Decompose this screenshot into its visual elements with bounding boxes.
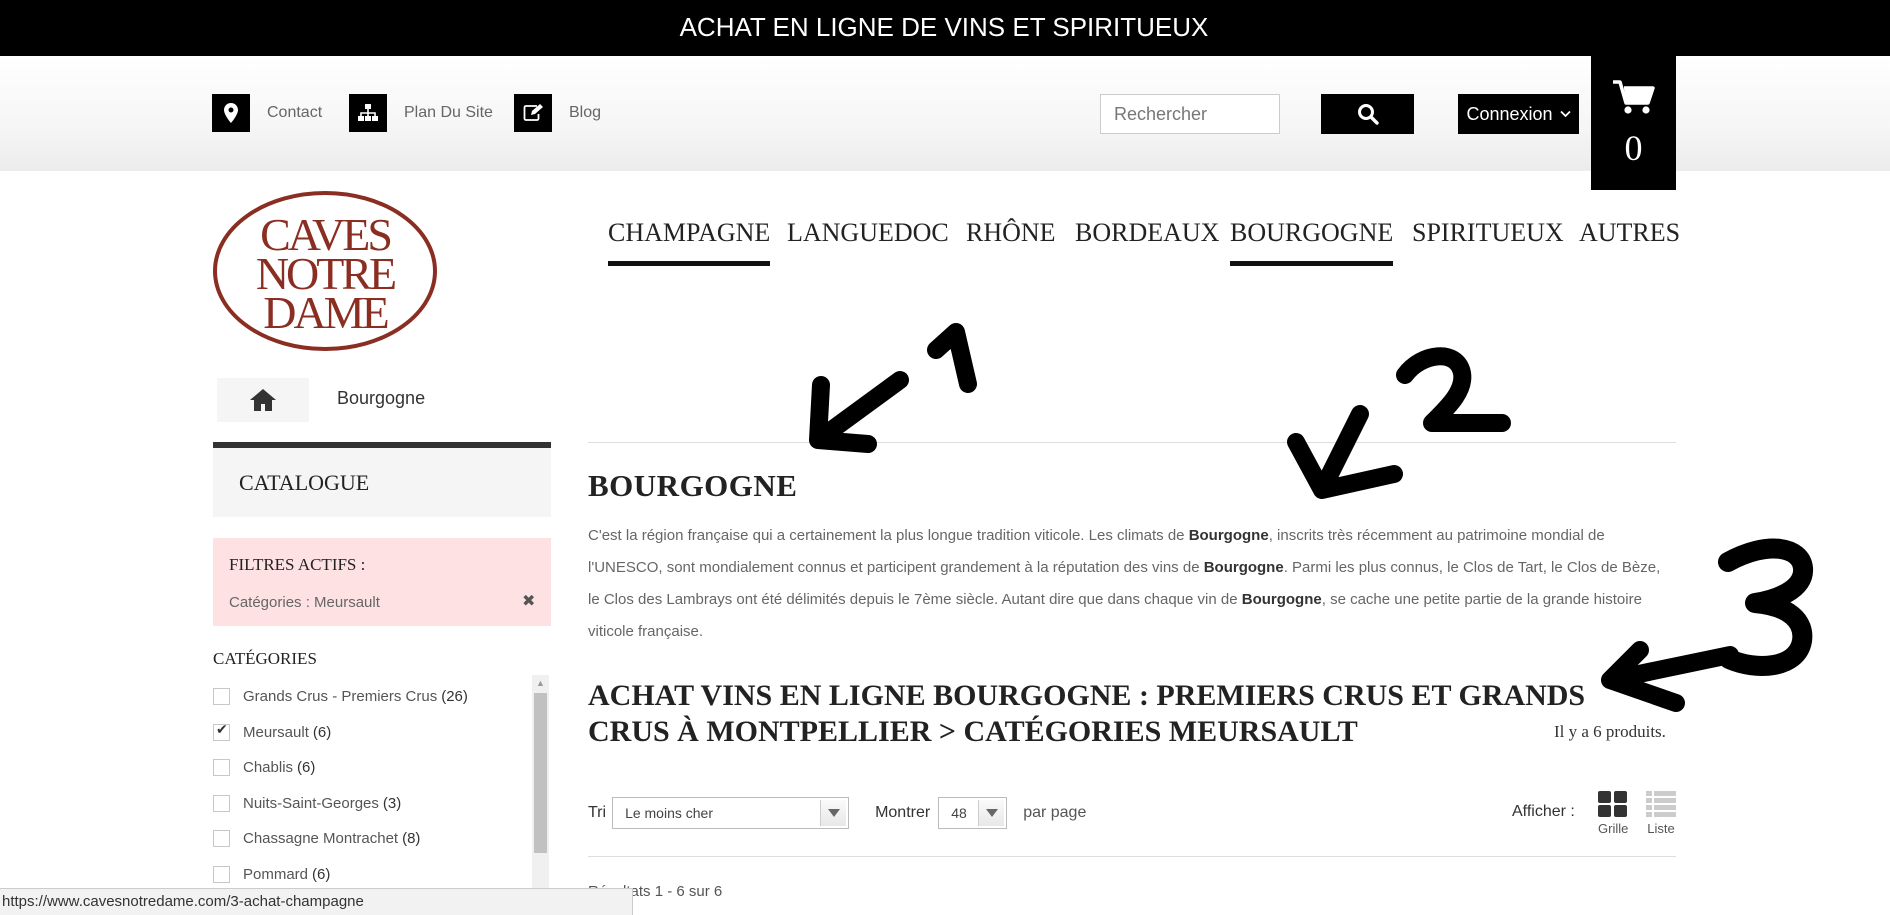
list-view-button[interactable]: Liste	[1646, 791, 1676, 836]
categories-scrollbar[interactable]: ▲	[532, 675, 549, 890]
checkbox[interactable]	[213, 829, 230, 847]
category-item[interactable]: Meursault(6)	[213, 721, 331, 743]
chevron-down-icon	[1559, 110, 1571, 118]
cart-button[interactable]: 0	[1591, 55, 1676, 190]
region-description: C'est la région française qui a certaine…	[588, 527, 1661, 640]
sitemap-link[interactable]: Plan Du Site	[349, 94, 493, 132]
annotation-digit-2	[1396, 347, 1511, 432]
scroll-up-icon[interactable]: ▲	[536, 678, 545, 688]
checkbox[interactable]	[213, 758, 230, 776]
sitemap-label: Plan Du Site	[404, 104, 493, 121]
login-dropdown[interactable]: Connexion	[1458, 94, 1579, 134]
active-filters-title: FILTRES ACTIFS :	[229, 555, 366, 574]
map-marker-icon	[212, 94, 250, 132]
blog-link[interactable]: Blog	[514, 94, 601, 132]
chevron-down-icon	[820, 800, 847, 826]
search-button[interactable]	[1321, 94, 1414, 134]
login-label: Connexion	[1466, 103, 1553, 124]
view-label: Afficher :	[1512, 803, 1575, 820]
category-item[interactable]: Grands Crus - Premiers Crus (26)	[213, 685, 468, 707]
search-icon	[1357, 104, 1379, 125]
per-page-select[interactable]: 48	[938, 797, 1008, 829]
divider	[588, 856, 1676, 857]
checkbox[interactable]	[213, 794, 230, 812]
category-item[interactable]: Chassagne Montrachet (8)	[213, 827, 420, 849]
top-banner: ACHAT EN LIGNE DE VINS ET SPIRITUEUX	[0, 0, 1890, 56]
nav-underline	[1230, 261, 1394, 266]
checkbox[interactable]	[213, 865, 230, 883]
show-label: Montrer	[875, 804, 931, 821]
annotation-digit-3	[1718, 538, 1813, 676]
sort-select[interactable]: Le moins cher	[612, 797, 850, 829]
category-item[interactable]: Nuits-Saint-Georges (3)	[213, 792, 401, 814]
nav-bourgogne[interactable]: BOURGOGNE	[1230, 218, 1394, 266]
sort-toolbar: Tri Le moins cher Montrer 48 par page	[588, 797, 1086, 829]
grid-view-button[interactable]: Grille	[1598, 791, 1628, 836]
cart-icon	[1613, 80, 1655, 114]
blog-label: Blog	[569, 104, 602, 121]
nav-bordeaux[interactable]: BORDEAUX	[1075, 218, 1219, 248]
annotation-arrow-2	[1287, 405, 1403, 499]
sitemap-icon	[349, 94, 387, 132]
category-heading: ACHAT VINS EN LIGNE BOURGOGNE : PREMIERS…	[588, 679, 1586, 748]
categories-title: CATÉGORIES	[213, 649, 317, 668]
annotation-digit-1	[927, 323, 977, 393]
per-page-label: par page	[1023, 804, 1087, 821]
checkbox[interactable]	[213, 687, 230, 705]
nav-champagne[interactable]: CHAMPAGNE	[608, 218, 771, 266]
active-filters: FILTRES ACTIFS : Catégories : Meursault …	[213, 538, 551, 626]
breadcrumb-current: Bourgogne	[337, 388, 426, 408]
catalogue-header: CATALOGUE	[213, 442, 551, 517]
nav-autres[interactable]: AUTRES	[1579, 218, 1680, 248]
checkbox-checked[interactable]	[213, 722, 230, 741]
category-item[interactable]: Pommard (6)	[213, 863, 330, 885]
logo-line-3: DAME	[263, 287, 387, 338]
breadcrumb-home[interactable]	[217, 378, 309, 422]
scrollbar-thumb[interactable]	[534, 693, 547, 853]
chevron-down-icon	[978, 800, 1005, 826]
region-title: BOURGOGNE	[588, 468, 798, 503]
contact-link[interactable]: Contact	[212, 94, 322, 132]
grid-icon	[1598, 791, 1628, 817]
edit-icon	[514, 94, 552, 132]
cart-count: 0	[1624, 128, 1643, 168]
home-icon	[250, 389, 276, 411]
nav-rhone[interactable]: RHÔNE	[966, 218, 1056, 248]
product-count: Il y a 6 produits.	[1554, 722, 1666, 741]
divider	[588, 442, 1676, 443]
nav-languedoc[interactable]: LANGUEDOC	[787, 218, 949, 248]
remove-filter-icon[interactable]: ✖	[522, 591, 535, 611]
browser-status-url: https://www.cavesnotredame.com/3-achat-c…	[0, 888, 633, 915]
list-icon	[1646, 791, 1676, 817]
sort-label: Tri	[588, 804, 607, 821]
annotation-arrow-1	[809, 371, 909, 453]
active-filter-item: Catégories : Meursault	[229, 594, 380, 611]
category-item[interactable]: Chablis (6)	[213, 756, 315, 778]
search-input[interactable]	[1100, 94, 1280, 134]
nav-spiritueux[interactable]: SPIRITUEUX	[1412, 218, 1564, 248]
contact-label: Contact	[267, 104, 323, 121]
site-logo[interactable]: CAVES NOTRE DAME	[212, 190, 438, 357]
nav-underline	[608, 261, 771, 266]
